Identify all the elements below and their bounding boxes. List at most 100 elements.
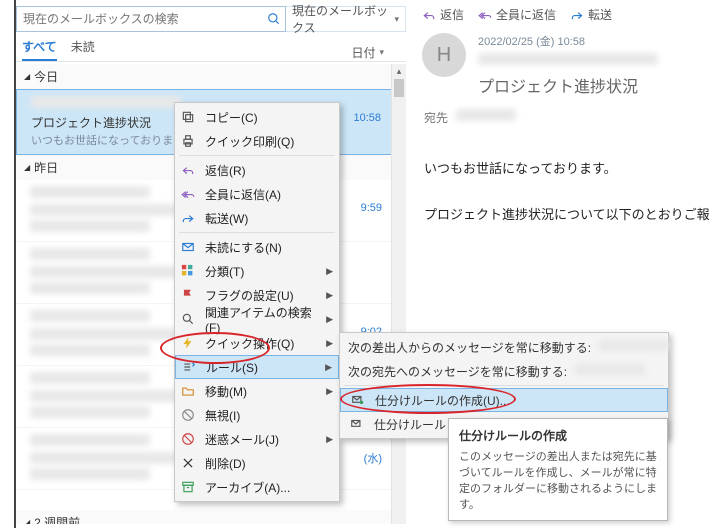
body-line: いつもお世話になっております。 (424, 156, 722, 182)
forward-icon (179, 209, 197, 227)
forward-icon (570, 8, 584, 22)
sub-move-to[interactable]: 次の宛先へのメッセージを常に移動する: (340, 359, 668, 383)
rules-icon (180, 358, 198, 376)
separator (179, 155, 335, 156)
reading-body: いつもお世話になっております。 プロジェクト進捗状況について以下のとおりご報 (416, 126, 728, 228)
preview-redacted (30, 220, 150, 232)
sender-redacted (30, 434, 150, 446)
sender-redacted (30, 248, 150, 260)
preview-redacted (30, 468, 150, 480)
tab-unread[interactable]: 未読 (71, 34, 95, 61)
create-rule-icon (349, 391, 367, 409)
preview-redacted (30, 282, 150, 294)
ignore-icon (179, 406, 197, 424)
chevron-down-icon: ▾ (394, 14, 399, 25)
group-today[interactable]: ◢ 今日 (16, 64, 406, 89)
reading-date: 2022/02/25 (金) 10:58 (478, 33, 722, 49)
sender-redacted (30, 372, 150, 384)
ctx-categorize[interactable]: 分類(T) ▶ (175, 259, 339, 283)
subject-redacted (30, 390, 180, 402)
search-scope-dropdown[interactable]: 現在のメールボックス ▾ (286, 6, 406, 32)
delete-icon (179, 454, 197, 472)
archive-icon (179, 478, 197, 496)
body-line: プロジェクト進捗状況について以下のとおりご報 (424, 202, 722, 228)
sub-create-rule[interactable]: 仕分けルールの作成(U)... (340, 388, 668, 412)
junk-icon (179, 430, 197, 448)
reply-all-icon (478, 8, 492, 22)
lightning-icon (179, 334, 197, 352)
reading-forward-button[interactable]: 転送 (570, 6, 612, 23)
ctx-copy[interactable]: コピー(C) (175, 105, 339, 129)
manage-rules-icon (348, 415, 366, 433)
ctx-find-related[interactable]: 関連アイテムの検索(F) ▶ (175, 307, 339, 331)
sub-move-from[interactable]: 次の差出人からのメッセージを常に移動する: (340, 335, 668, 359)
message-time: 10:58 (353, 112, 381, 124)
ctx-archive[interactable]: アーカイブ(A)... (175, 475, 339, 499)
tooltip-body: このメッセージの差出人または宛先に基づいてルールを作成し、メールが常に特定のフォ… (459, 448, 657, 512)
ctx-delete[interactable]: 削除(D) (175, 451, 339, 475)
collapse-icon: ◢ (24, 72, 30, 81)
reply-all-icon (179, 185, 197, 203)
reading-subject: プロジェクト進捗状況 (478, 73, 722, 97)
tab-all[interactable]: すべて (22, 34, 57, 61)
collapse-icon: ◢ (24, 163, 30, 172)
subject-redacted (30, 266, 180, 278)
submenu-arrow-icon: ▶ (326, 434, 333, 445)
submenu-arrow-icon: ▶ (326, 386, 333, 397)
ctx-reply[interactable]: 返信(R) (175, 158, 339, 182)
subject-redacted (30, 204, 180, 216)
ctx-junk[interactable]: 迷惑メール(J) ▶ (175, 427, 339, 451)
flag-icon (179, 286, 197, 304)
submenu-arrow-icon: ▶ (326, 314, 333, 325)
reading-reply-button[interactable]: 返信 (422, 6, 464, 23)
tooltip: 仕分けルールの作成 このメッセージの差出人または宛先に基づいてルールを作成し、メ… (448, 418, 668, 521)
ctx-quick-steps[interactable]: クイック操作(Q) ▶ (175, 331, 339, 355)
from-redacted (478, 53, 658, 65)
printer-icon (179, 132, 197, 150)
ctx-rules[interactable]: ルール(S) ▶ (175, 355, 339, 379)
categorize-icon (179, 262, 197, 280)
submenu-arrow-icon: ▶ (325, 362, 332, 373)
envelope-icon (179, 238, 197, 256)
scrollbar[interactable]: ▴ (391, 64, 406, 524)
reading-header: H 2022/02/25 (金) 10:58 プロジェクト進捗状況 (416, 29, 728, 101)
scroll-up-icon[interactable]: ▴ (392, 64, 406, 79)
reply-icon (422, 8, 436, 22)
to-redacted (456, 109, 516, 121)
group-two-weeks[interactable]: ◢ 2 週間前 (16, 510, 406, 524)
submenu-arrow-icon: ▶ (326, 338, 333, 349)
copy-icon (179, 108, 197, 126)
filter-row: すべて 未読 日付 ▾ (16, 32, 406, 62)
sender-redacted (30, 186, 150, 198)
preview-redacted (30, 406, 150, 418)
submenu-arrow-icon: ▶ (326, 290, 333, 301)
search-box[interactable] (16, 6, 286, 32)
sender-redacted (31, 96, 181, 108)
scroll-thumb[interactable] (394, 79, 404, 97)
value-redacted (599, 340, 669, 351)
find-related-icon (179, 310, 197, 328)
search-scope-label: 現在のメールボックス (292, 2, 394, 36)
ctx-forward[interactable]: 転送(W) (175, 206, 339, 230)
search-icon[interactable] (267, 12, 281, 26)
subject-redacted (30, 452, 180, 464)
search-row: 現在のメールボックス ▾ (16, 6, 406, 32)
ctx-quick-print[interactable]: クイック印刷(Q) (175, 129, 339, 153)
message-time: 9:59 (361, 202, 382, 214)
tooltip-title: 仕分けルールの作成 (459, 427, 657, 444)
context-menu: コピー(C) クイック印刷(Q) 返信(R) 全員に返信(A) 転送(W) 未読… (174, 102, 340, 502)
message-time: (水) (364, 450, 382, 466)
value-redacted (575, 364, 645, 375)
separator (344, 385, 664, 386)
ctx-ignore[interactable]: 無視(I) (175, 403, 339, 427)
ctx-reply-all[interactable]: 全員に返信(A) (175, 182, 339, 206)
ctx-mark-unread[interactable]: 未読にする(N) (175, 235, 339, 259)
ctx-move[interactable]: 移動(M) ▶ (175, 379, 339, 403)
chevron-down-icon: ▾ (379, 47, 384, 58)
sender-redacted (30, 310, 150, 322)
preview-redacted (30, 344, 150, 356)
avatar: H (422, 33, 466, 77)
sort-dropdown[interactable]: 日付 ▾ (351, 44, 400, 61)
reading-reply-all-button[interactable]: 全員に返信 (478, 6, 556, 23)
search-input[interactable] (21, 11, 267, 27)
